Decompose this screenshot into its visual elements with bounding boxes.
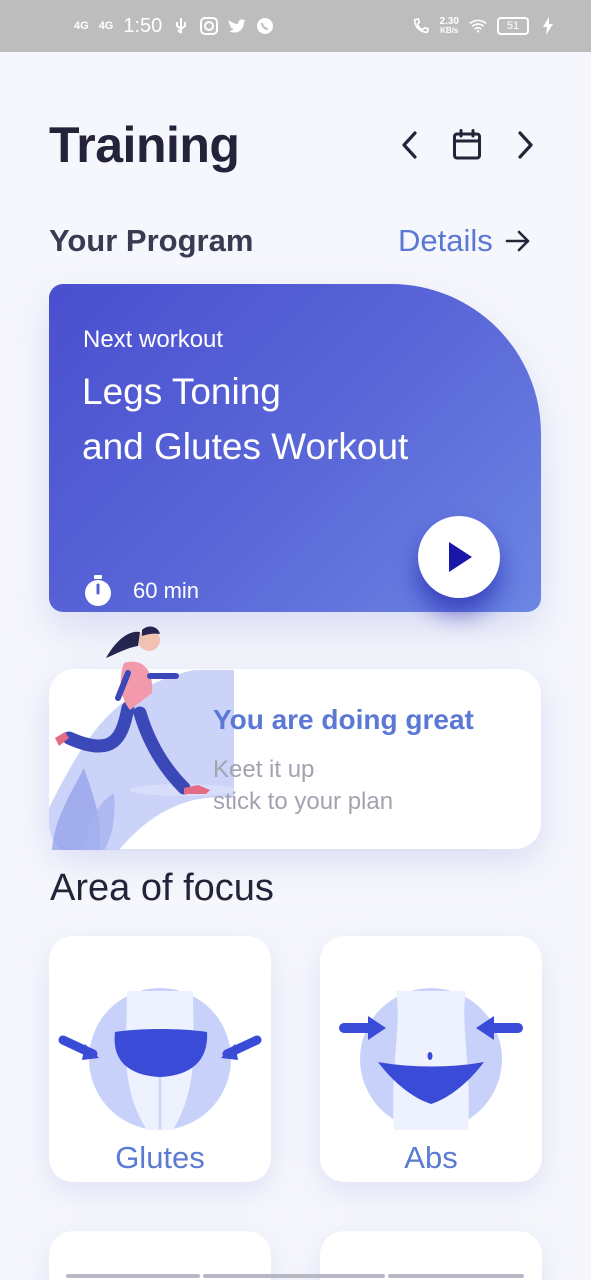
next-button[interactable]	[505, 124, 545, 166]
stopwatch-icon	[85, 575, 111, 606]
status-left: 4G 4G 1:50	[74, 15, 274, 38]
focus-label-abs: Abs	[404, 1140, 458, 1175]
workout-title-line-1: Legs Toning	[82, 371, 281, 412]
encouragement-line-1: Keet it up	[213, 756, 315, 783]
calendar-button[interactable]	[447, 124, 487, 166]
next-workout-label: Next workout	[83, 326, 224, 353]
glutes-illustration	[58, 988, 262, 1130]
network-2-label: 4G	[98, 19, 114, 32]
chevron-right-icon	[518, 131, 533, 159]
chevron-left-icon	[402, 131, 417, 159]
details-label: Details	[398, 223, 493, 258]
network-1-label: 4G	[74, 19, 89, 32]
wifi-icon	[469, 17, 487, 35]
encouragement-title: You are doing great	[213, 704, 474, 735]
next-workout-card[interactable]: Next workout Legs Toning and Glutes Work…	[49, 284, 541, 612]
focus-section-title: Area of focus	[50, 867, 274, 909]
status-time: 1:50	[123, 14, 163, 37]
status-right: 2.30 KB/s 51	[412, 17, 557, 35]
play-icon	[449, 542, 472, 572]
nav-handle-right	[388, 1274, 524, 1278]
network-speed: 2.30 KB/s	[440, 17, 459, 35]
nav-handle-center	[203, 1274, 385, 1278]
encouragement-subtitle: Keet it up stick to your plan	[213, 754, 393, 818]
encouragement-line-2: stick to your plan	[213, 788, 394, 815]
arrow-right-icon	[505, 230, 530, 252]
focus-card-abs[interactable]: Abs	[320, 936, 542, 1182]
details-link[interactable]: Details	[398, 223, 531, 259]
program-section-title: Your Program	[49, 223, 254, 258]
previous-button[interactable]	[390, 124, 430, 166]
focus-card-partial-left[interactable]	[49, 1231, 271, 1280]
focus-card-glutes[interactable]: Glutes	[49, 936, 271, 1182]
speed-unit: KB/s	[440, 26, 459, 35]
workout-title: Legs Toning and Glutes Workout	[82, 364, 502, 474]
call-icon	[412, 17, 430, 35]
focus-card-partial-right[interactable]	[320, 1231, 542, 1280]
focus-label-glutes: Glutes	[115, 1140, 205, 1175]
workout-title-line-2: and Glutes Workout	[82, 426, 409, 467]
instagram-icon	[200, 17, 219, 35]
duration-label: 60 min	[133, 578, 200, 603]
usb-icon	[172, 17, 190, 35]
abs-illustration	[339, 988, 523, 1130]
status-bar: 4G 4G 1:50 2.30 KB/s 51	[0, 0, 591, 52]
battery-indicator: 51	[497, 17, 529, 35]
runner-illustration	[49, 626, 234, 850]
twitter-icon	[228, 17, 247, 35]
charging-icon	[539, 17, 557, 35]
whatsapp-icon	[256, 17, 274, 35]
play-workout-button[interactable]	[418, 516, 500, 598]
nav-handle-left	[66, 1274, 200, 1278]
page-title: Training	[49, 117, 240, 173]
calendar-icon	[453, 129, 481, 160]
workout-duration: 60 min	[83, 574, 199, 608]
